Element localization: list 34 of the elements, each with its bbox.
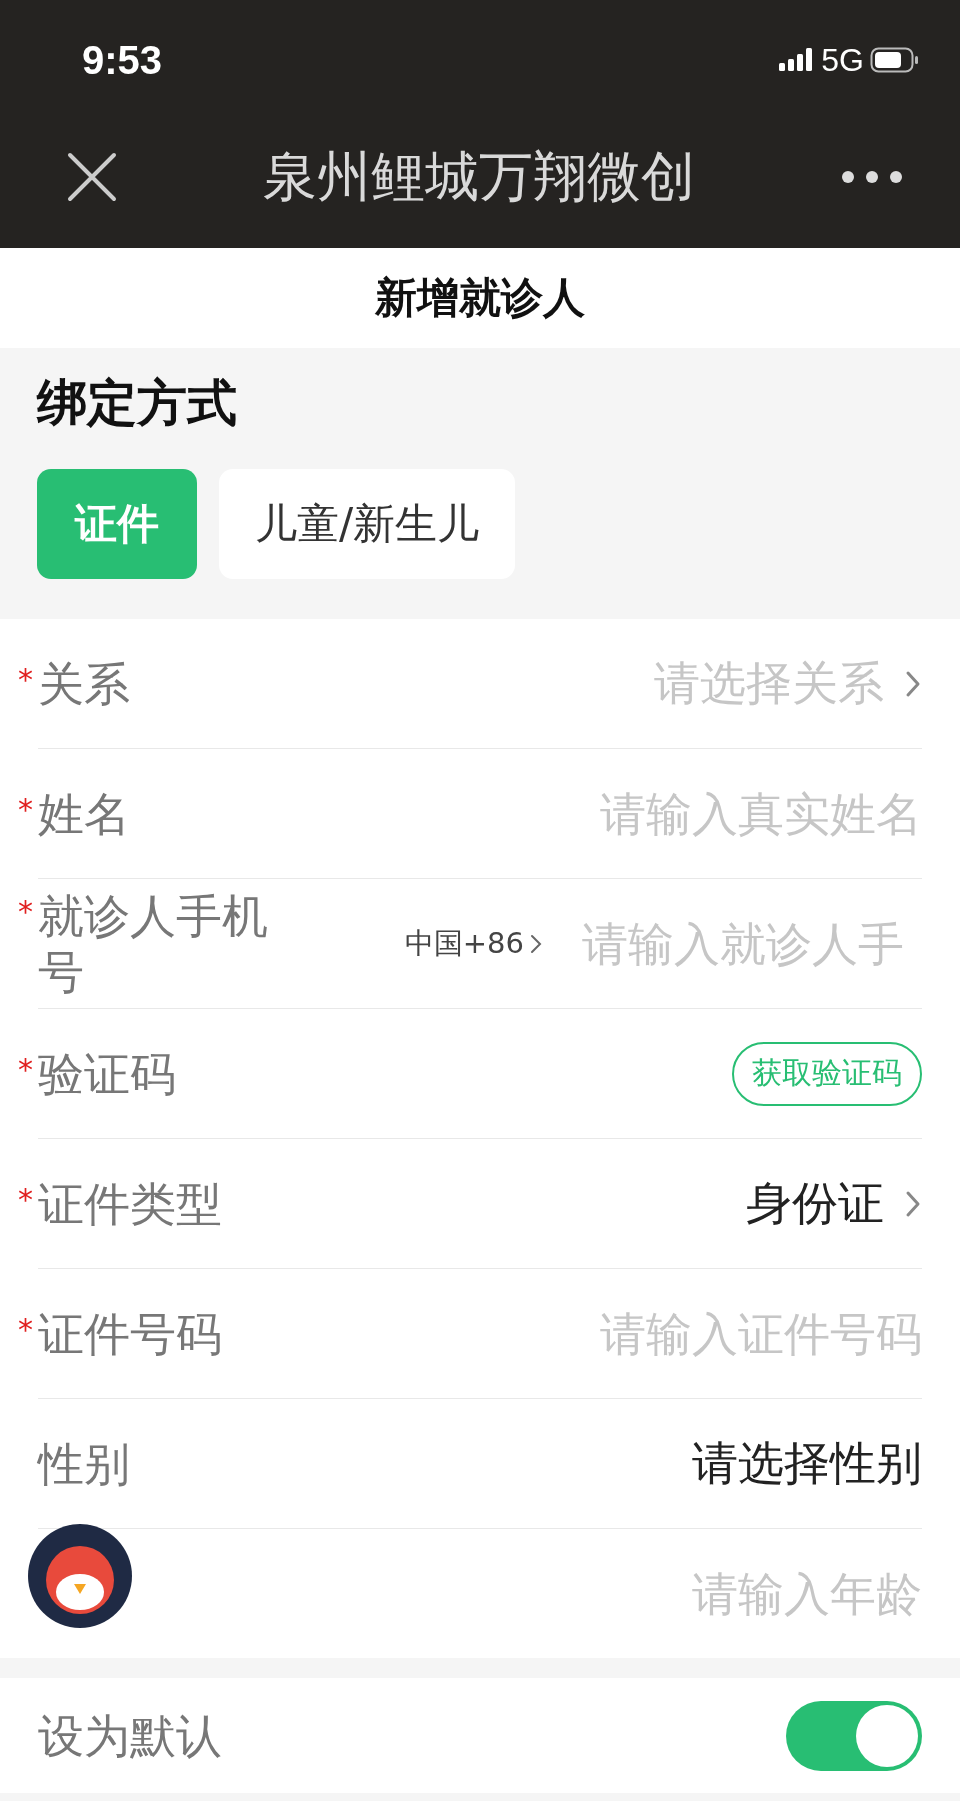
- select-value[interactable]: 身份证: [746, 1172, 884, 1235]
- field-label: 证件号码: [38, 1305, 222, 1362]
- required-mark: *: [18, 1311, 33, 1347]
- input-field[interactable]: 请输入年龄: [542, 1566, 922, 1621]
- page-title: 新增就诊人: [0, 248, 960, 348]
- required-mark: *: [18, 791, 33, 827]
- window-title: 泉州鲤城万翔微创: [263, 143, 695, 210]
- chevron-right-icon: [904, 669, 922, 698]
- field-label: 性别: [38, 1435, 130, 1492]
- close-icon[interactable]: [66, 151, 118, 203]
- status-time: 9:53: [82, 37, 163, 83]
- required-mark: *: [18, 893, 33, 929]
- field-label: 证件类型: [38, 1175, 222, 1232]
- network-label: 5G: [821, 41, 864, 79]
- country-code-selector[interactable]: 中国+86: [404, 923, 542, 964]
- required-mark: *: [18, 1051, 33, 1087]
- more-icon[interactable]: [840, 169, 904, 185]
- setting-label: 设为默认: [38, 1707, 222, 1764]
- select-value[interactable]: 请选择性别: [692, 1432, 922, 1495]
- binding-tab[interactable]: 儿童/新生儿: [219, 469, 516, 579]
- input-field[interactable]: 请输入就诊人手: [582, 916, 922, 971]
- field-label: 就诊人手机号: [38, 887, 269, 1000]
- chevron-right-icon: [530, 932, 542, 955]
- input-field[interactable]: 请输入证件号码: [542, 1306, 922, 1361]
- avatar-icon[interactable]: [28, 1524, 132, 1628]
- section-heading: 绑定方式: [37, 373, 238, 434]
- battery-icon: [870, 45, 920, 75]
- required-mark: *: [18, 661, 33, 697]
- field-label: 关系: [38, 655, 130, 712]
- field-label: 姓名: [38, 785, 130, 842]
- chevron-right-icon: [904, 1189, 922, 1218]
- field-label: 验证码: [38, 1045, 176, 1102]
- required-mark: *: [18, 1181, 33, 1217]
- input-field[interactable]: 请输入真实姓名: [542, 786, 922, 841]
